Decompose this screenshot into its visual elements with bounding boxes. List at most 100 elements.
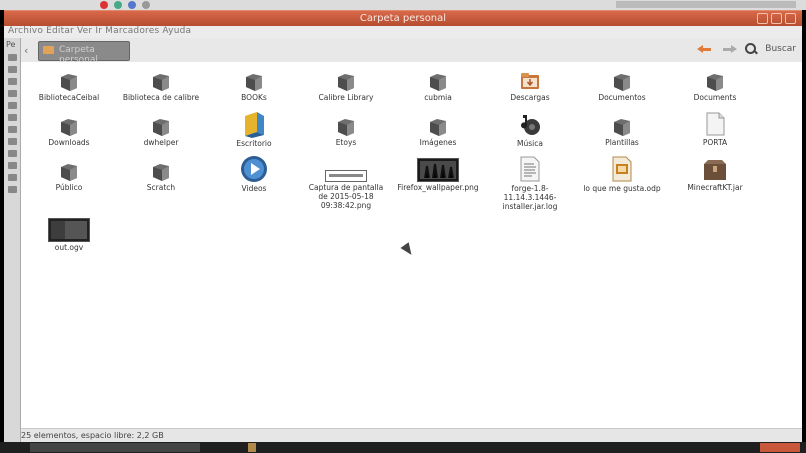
status-bar: 25 elementos, espacio libre: 2,2 GB xyxy=(21,428,802,443)
sidebar-place-icon[interactable] xyxy=(8,186,17,193)
file-item[interactable]: Videos xyxy=(210,155,298,193)
file-item[interactable]: Música xyxy=(486,112,574,148)
top-panel xyxy=(0,0,806,10)
file-item[interactable]: Etoys xyxy=(302,115,390,147)
sidebar-place-icon[interactable] xyxy=(8,162,17,169)
minimize-button[interactable] xyxy=(757,13,768,24)
back-arrow-icon[interactable] xyxy=(697,42,713,56)
folder-icon xyxy=(61,74,77,91)
sidebar-place-icon[interactable] xyxy=(8,126,17,133)
file-label-line: de 2015-05-18 xyxy=(318,192,374,201)
mouse-cursor xyxy=(400,242,416,258)
taskbar-item[interactable] xyxy=(760,443,800,452)
file-item[interactable]: MinecraftKT.jar xyxy=(671,158,759,192)
right-black-border xyxy=(802,0,806,453)
panel-app-icon[interactable] xyxy=(142,1,150,9)
file-item[interactable]: Firefox_wallpaper.png xyxy=(394,158,482,192)
taskbar-item[interactable] xyxy=(248,443,256,452)
file-label-line: 11.14.3.1446- xyxy=(503,193,557,202)
file-label: lo que me gusta.odp xyxy=(583,184,661,193)
file-label: Biblioteca de calibre xyxy=(122,93,200,102)
folder-icon xyxy=(61,164,77,181)
sidebar-place-icon[interactable] xyxy=(8,174,17,181)
file-item[interactable]: Público xyxy=(25,160,113,192)
sidebar-place-icon[interactable] xyxy=(8,90,17,97)
file-item[interactable]: Scratch xyxy=(117,160,205,192)
taskbar xyxy=(0,442,806,453)
file-view[interactable]: BibliotecaCeibal Biblioteca de calibre B… xyxy=(21,62,802,428)
file-item[interactable]: Documents xyxy=(671,70,759,102)
file-item[interactable]: Descargas xyxy=(486,70,574,102)
maximize-button[interactable] xyxy=(771,13,782,24)
file-label-line: installer.jar.log xyxy=(502,202,558,211)
folder-icon xyxy=(430,74,446,91)
file-label: out.ogv xyxy=(54,243,84,252)
window-title: Carpeta personal xyxy=(359,13,447,24)
file-item[interactable]: Captura de pantalla de 2015-05-18 09:38:… xyxy=(302,170,390,210)
file-icon xyxy=(706,112,725,136)
taskbar-item[interactable] xyxy=(30,443,200,452)
folder-icon xyxy=(61,119,77,136)
video-folder-icon xyxy=(241,156,267,182)
file-item[interactable]: Documentos xyxy=(578,70,666,102)
file-item[interactable]: Escritorio xyxy=(210,110,298,148)
sidebar-place-icon[interactable] xyxy=(8,138,17,145)
close-button[interactable] xyxy=(785,13,796,24)
back-icon[interactable]: ‹ xyxy=(24,44,28,57)
sidebar-label: Pe xyxy=(6,40,16,49)
file-item[interactable]: cubmia xyxy=(394,70,482,102)
file-item[interactable]: BOOKs xyxy=(210,70,298,102)
window-titlebar[interactable]: Carpeta personal xyxy=(4,10,802,27)
file-label: PORTA xyxy=(702,138,728,147)
file-item[interactable]: PORTA xyxy=(671,111,759,147)
folder-icon xyxy=(246,74,262,91)
file-label: BibliotecaCeibal xyxy=(38,93,100,102)
file-label: Captura de pantalla de 2015-05-18 09:38:… xyxy=(302,183,390,210)
file-label: MinecraftKT.jar xyxy=(687,183,743,192)
sidebar-place-icon[interactable] xyxy=(8,78,17,85)
file-item[interactable]: Downloads xyxy=(25,115,113,147)
file-item[interactable]: lo que me gusta.odp xyxy=(578,155,666,193)
panel-app-icon[interactable] xyxy=(100,1,108,9)
folder-icon xyxy=(338,74,354,91)
file-label: Downloads xyxy=(48,138,90,147)
file-label-line: forge-1.8- xyxy=(511,184,549,193)
presentation-file-icon xyxy=(612,156,632,182)
sidebar-place-icon[interactable] xyxy=(8,102,17,109)
file-label: Etoys xyxy=(335,138,357,147)
file-item[interactable]: forge-1.8- 11.14.3.1446- installer.jar.l… xyxy=(486,155,574,211)
file-label: Scratch xyxy=(146,183,176,192)
folder-icon xyxy=(153,164,169,181)
folder-icon xyxy=(153,119,169,136)
location-button[interactable]: Carpeta personal xyxy=(38,41,130,65)
sidebar-place-icon[interactable] xyxy=(8,66,17,73)
forward-arrow-icon[interactable] xyxy=(721,42,738,56)
folder-icon xyxy=(614,74,630,91)
menubar-items[interactable]: Archivo Editar Ver Ir Marcadores Ayuda xyxy=(8,26,191,36)
file-label: Documents xyxy=(693,93,737,102)
search-icon[interactable] xyxy=(745,43,757,55)
panel-app-icon[interactable] xyxy=(128,1,136,9)
status-text: 25 elementos, espacio libre: 2,2 GB xyxy=(21,431,164,440)
desktop-folder-icon xyxy=(245,112,264,138)
folder-icon xyxy=(707,74,723,91)
file-label: Calibre Library xyxy=(318,93,374,102)
file-label: forge-1.8- 11.14.3.1446- installer.jar.l… xyxy=(486,184,574,211)
folder-icon xyxy=(614,119,630,136)
sidebar-place-icon[interactable] xyxy=(8,114,17,121)
file-item[interactable]: Imágenes xyxy=(394,115,482,147)
image-thumbnail-icon xyxy=(417,158,459,182)
sidebar-place-icon[interactable] xyxy=(8,150,17,157)
sidebar-place-icon[interactable] xyxy=(8,54,17,61)
file-item[interactable]: Plantillas xyxy=(578,115,666,147)
archive-file-icon xyxy=(704,160,726,180)
search-label[interactable]: Buscar xyxy=(765,44,796,54)
file-item[interactable]: out.ogv xyxy=(25,218,113,252)
file-label: BOOKs xyxy=(241,93,267,102)
file-item[interactable]: Calibre Library xyxy=(302,70,390,102)
file-item[interactable]: Biblioteca de calibre xyxy=(117,70,205,102)
file-item[interactable]: dwhelper xyxy=(117,115,205,147)
file-item[interactable]: BibliotecaCeibal xyxy=(25,70,113,102)
panel-app-icon[interactable] xyxy=(114,1,122,9)
downloads-folder-icon xyxy=(521,73,539,89)
